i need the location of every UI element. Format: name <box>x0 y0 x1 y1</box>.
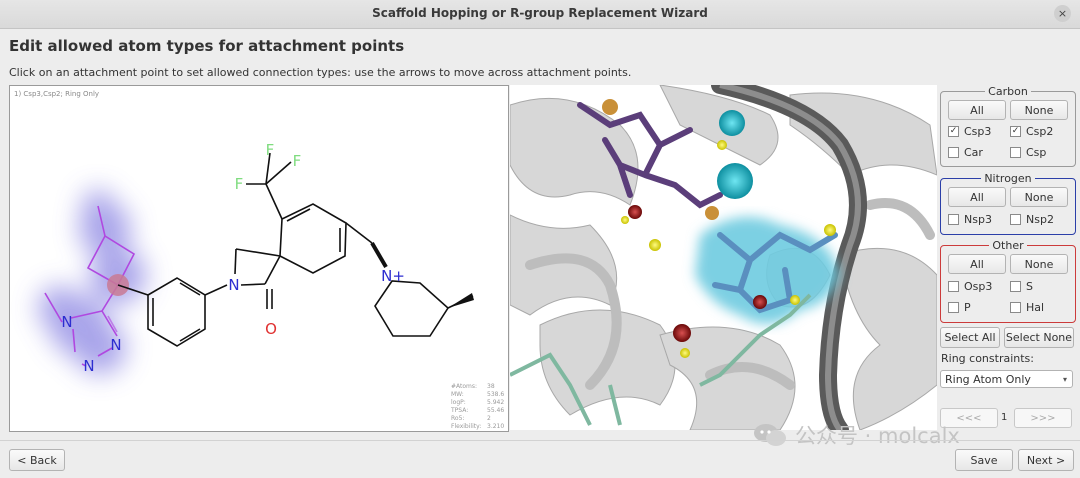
atom-n-lactam: N <box>228 276 239 294</box>
atom-o-lactam: O <box>265 320 277 338</box>
checkbox-box[interactable] <box>1010 147 1021 158</box>
hal-checkbox[interactable]: Hal <box>1010 301 1044 314</box>
csp2-checkbox[interactable]: ✓ Csp2 <box>1010 125 1053 138</box>
nitrogen-group-title: Nitrogen <box>981 172 1035 185</box>
checkbox-box[interactable]: ✓ <box>948 126 959 137</box>
carbon-group-title: Carbon <box>985 85 1031 98</box>
page-heading: Edit allowed atom types for attachment p… <box>9 37 405 55</box>
water-hydrogen <box>824 224 836 236</box>
checkbox-box[interactable] <box>1010 302 1021 313</box>
carbon-none-button[interactable]: None <box>1010 100 1068 120</box>
molecule-2d-panel[interactable]: 1) Csp3,Csp2; Ring Only F F F N O N+ N N… <box>9 85 509 432</box>
attachment-page-number: 1 <box>1001 412 1008 423</box>
instructions-text: Click on an attachment point to set allo… <box>9 66 632 79</box>
carbon-group: Carbon All None ✓ Csp3 ✓ Csp2 Car Csp <box>940 85 1076 167</box>
protein-rendering <box>510 85 937 430</box>
p-checkbox[interactable]: P <box>948 301 971 314</box>
ring-constraints-label: Ring constraints: <box>941 352 1034 365</box>
checkbox-box[interactable] <box>948 214 959 225</box>
window-title: Scaffold Hopping or R-group Replacement … <box>372 6 708 20</box>
nitrogen-all-button[interactable]: All <box>948 187 1006 207</box>
title-bar: Scaffold Hopping or R-group Replacement … <box>0 0 1080 29</box>
other-none-button[interactable]: None <box>1010 254 1068 274</box>
nitrogen-group: Nitrogen All None Nsp3 Nsp2 <box>940 172 1076 235</box>
water-oxygen <box>753 295 767 309</box>
back-button[interactable]: < Back <box>9 449 65 471</box>
csp-checkbox[interactable]: Csp <box>1010 146 1046 159</box>
water-hydrogen <box>680 348 690 358</box>
molecule-drawing: F F F N O N+ N N N <box>38 141 474 375</box>
atom-sphere <box>705 206 719 220</box>
checkbox-box[interactable] <box>948 281 959 292</box>
molecule-properties: #Atoms: 38 MW: 538.6 logP: 5.942 TPSA: 55.46… <box>451 383 505 430</box>
ring-constraints-select[interactable]: Ring Atom Only ▾ <box>940 370 1073 388</box>
car-checkbox[interactable]: Car <box>948 146 983 159</box>
s-checkbox[interactable]: S <box>1010 280 1033 293</box>
atom-f-left: F <box>235 175 244 193</box>
other-all-button[interactable]: All <box>948 254 1006 274</box>
checkbox-box[interactable] <box>948 302 959 313</box>
next-button[interactable]: Next > <box>1018 449 1074 471</box>
atom-n-triazole-2: N <box>110 336 121 354</box>
water-hydrogen <box>790 295 800 305</box>
checkbox-box[interactable]: ✓ <box>1010 126 1021 137</box>
atom-f-top: F <box>266 141 275 159</box>
protein-3d-view[interactable] <box>510 85 937 430</box>
save-button[interactable]: Save <box>955 449 1013 471</box>
water-oxygen <box>628 205 642 219</box>
footer-bar: < Back Save Next > <box>0 440 1080 478</box>
atom-f-right: F <box>293 152 302 170</box>
water-hydrogen <box>717 140 727 150</box>
close-icon[interactable]: × <box>1054 5 1071 22</box>
atom-n-piperidine: N+ <box>381 267 405 285</box>
select-none-button[interactable]: Select None <box>1004 327 1074 348</box>
csp3-checkbox[interactable]: ✓ Csp3 <box>948 125 991 138</box>
water-hydrogen <box>621 216 629 224</box>
other-group-title: Other <box>989 239 1027 252</box>
atom-sphere <box>602 99 618 115</box>
checkbox-box[interactable] <box>1010 214 1021 225</box>
molecule-skeleton <box>117 152 474 347</box>
nsp3-checkbox[interactable]: Nsp3 <box>948 213 992 226</box>
water-oxygen <box>673 324 691 342</box>
checkbox-box[interactable] <box>948 147 959 158</box>
checkbox-box[interactable] <box>1010 281 1021 292</box>
chevron-down-icon: ▾ <box>1062 375 1067 384</box>
ion-sphere <box>717 163 753 199</box>
atom-n-triazole-1: N <box>83 357 94 375</box>
next-attachment-button[interactable]: >>> <box>1014 408 1072 428</box>
select-all-button[interactable]: Select All <box>940 327 1000 348</box>
highlight-glow <box>38 190 146 374</box>
wedge-bond <box>370 241 388 269</box>
other-group: Other All None Osp3 S P Hal <box>940 239 1076 323</box>
wedge-bond-methyl <box>448 293 474 308</box>
water-hydrogen <box>649 239 661 251</box>
ion-sphere <box>719 110 745 136</box>
osp3-checkbox[interactable]: Osp3 <box>948 280 992 293</box>
nsp2-checkbox[interactable]: Nsp2 <box>1010 213 1054 226</box>
carbon-all-button[interactable]: All <box>948 100 1006 120</box>
nitrogen-none-button[interactable]: None <box>1010 187 1068 207</box>
atom-n-methyl-triazole: N <box>61 313 72 331</box>
